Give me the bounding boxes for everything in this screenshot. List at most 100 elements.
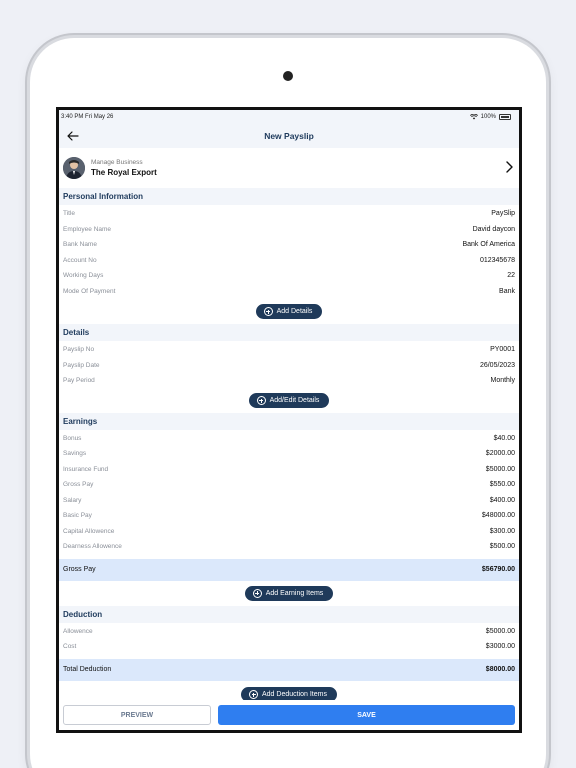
preview-button[interactable]: PREVIEW	[63, 705, 211, 725]
row-value: $500.00	[489, 543, 515, 551]
row-label: Pay Period	[63, 377, 95, 385]
business-avatar	[63, 157, 85, 179]
row-value: David daycon	[472, 225, 515, 233]
row-label: Mode Of Payment	[63, 287, 116, 295]
row-capital-allowence[interactable]: Capital Allowence $300.00	[59, 524, 519, 540]
row-bonus[interactable]: Bonus $40.00	[59, 431, 519, 447]
wifi-icon	[469, 114, 478, 120]
status-time: 3:40 PM	[61, 114, 84, 120]
row-gross-pay[interactable]: Gross Pay $550.00	[59, 477, 519, 493]
add-earning-items-button[interactable]: Add Earning Items	[244, 585, 334, 601]
save-button[interactable]: SAVE	[218, 705, 515, 725]
row-label: Payslip No	[63, 346, 95, 354]
total-value: $56790.00	[481, 566, 515, 573]
add-edit-details-button[interactable]: Add/Edit Details	[248, 393, 330, 408]
person-photo-icon	[63, 157, 85, 179]
battery-percent: 100%	[480, 114, 496, 120]
status-date: Fri May 26	[85, 114, 114, 120]
gross-pay-total: Gross Pay $56790.00	[59, 558, 519, 581]
row-allowence[interactable]: Allowence $5000.00	[59, 624, 519, 640]
row-value: PaySlip	[491, 210, 515, 218]
add-details-button[interactable]: Add Details	[255, 304, 323, 319]
front-camera	[283, 71, 293, 81]
personal-info-heading: Personal Information	[59, 188, 519, 205]
row-basic-pay[interactable]: Basic Pay $48000.00	[59, 508, 519, 524]
row-label: Gross Pay	[63, 481, 94, 489]
row-value: $40.00	[493, 434, 515, 442]
status-bar: 3:40 PM Fri May 26 100%	[59, 110, 519, 124]
app-screen: 3:40 PM Fri May 26 100% New Payslip Mana…	[56, 107, 522, 733]
row-value: $300.00	[489, 527, 515, 535]
row-label: Employee Name	[63, 225, 112, 233]
row-value: PY0001	[490, 346, 515, 354]
row-value: 26/05/2023	[479, 361, 515, 369]
row-label: Savings	[63, 450, 87, 458]
row-label: Account No	[63, 256, 97, 264]
row-value: $5000.00	[485, 465, 515, 473]
battery-icon	[499, 114, 511, 120]
business-caption: Manage Business	[91, 159, 143, 166]
row-value: $3000.00	[485, 643, 515, 651]
row-label: Bonus	[63, 434, 82, 442]
status-right: 100%	[469, 114, 511, 120]
row-value: Bank	[499, 287, 515, 295]
add-edit-details-wrap: Add/Edit Details	[59, 389, 519, 413]
total-value: $8000.00	[485, 666, 515, 673]
chevron-right-icon[interactable]	[503, 160, 515, 174]
nav-bar: New Payslip	[59, 124, 519, 148]
row-value: $5000.00	[485, 627, 515, 635]
row-label: Basic Pay	[63, 512, 92, 520]
details-heading: Details	[59, 324, 519, 341]
total-deduction-row: Total Deduction $8000.00	[59, 658, 519, 681]
details-list: Payslip No PY0001 Payslip Date 26/05/2023 …	[59, 341, 519, 389]
add-details-wrap: Add Details	[59, 299, 519, 324]
row-dearness-allowence[interactable]: Dearness Allowence $500.00	[59, 539, 519, 555]
row-label: Allowence	[63, 627, 93, 635]
add-deduction-items-label: Add Deduction Items	[262, 691, 327, 698]
row-pay-period[interactable]: Pay Period Monthly	[59, 373, 519, 389]
row-label: Insurance Fund	[63, 465, 109, 473]
personal-info-list: Title PaySlip Employee Name David daycon B…	[59, 205, 519, 299]
row-value: $2000.00	[485, 450, 515, 458]
row-label: Salary	[63, 496, 82, 504]
row-label: Title	[63, 210, 76, 218]
page-title: New Payslip	[264, 131, 314, 141]
row-label: Capital Allowence	[63, 527, 115, 535]
row-savings[interactable]: Savings $2000.00	[59, 446, 519, 462]
business-selector[interactable]: Manage Business The Royal Export	[59, 148, 519, 188]
earnings-list: Bonus $40.00 Savings $2000.00 Insurance Fu…	[59, 430, 519, 555]
row-employee-name[interactable]: Employee Name David daycon	[59, 222, 519, 238]
row-value: $48000.00	[481, 512, 515, 520]
deduction-heading: Deduction	[59, 605, 519, 623]
add-edit-details-label: Add/Edit Details	[269, 397, 320, 404]
row-payslip-date[interactable]: Payslip Date 26/05/2023	[59, 358, 519, 374]
add-details-label: Add Details	[276, 308, 313, 315]
status-left: 3:40 PM Fri May 26	[61, 114, 113, 120]
row-payslip-no[interactable]: Payslip No PY0001	[59, 342, 519, 358]
plus-circle-icon	[256, 396, 266, 405]
row-value: Bank Of America	[462, 241, 515, 249]
add-earning-items-label: Add Earning Items	[265, 589, 324, 597]
row-value: 22	[507, 272, 515, 280]
row-bank-name[interactable]: Bank Name Bank Of America	[59, 237, 519, 253]
row-insurance-fund[interactable]: Insurance Fund $5000.00	[59, 462, 519, 478]
row-title[interactable]: Title PaySlip	[59, 206, 519, 222]
row-cost[interactable]: Cost $3000.00	[59, 639, 519, 655]
back-arrow-icon[interactable]	[65, 128, 81, 144]
total-label: Total Deduction	[63, 666, 112, 673]
row-value: $550.00	[489, 481, 515, 489]
row-label: Dearness Allowence	[63, 543, 122, 551]
earnings-heading: Earnings	[59, 412, 519, 430]
business-name: The Royal Export	[91, 168, 157, 177]
row-salary[interactable]: Salary $400.00	[59, 493, 519, 509]
row-value: Monthly	[490, 377, 515, 385]
add-earning-wrap: Add Earning Items	[59, 581, 519, 606]
row-value: $400.00	[489, 496, 515, 504]
row-label: Cost	[63, 643, 77, 651]
row-account-no[interactable]: Account No 012345678	[59, 253, 519, 269]
row-mode-of-payment[interactable]: Mode Of Payment Bank	[59, 284, 519, 300]
row-working-days[interactable]: Working Days 22	[59, 268, 519, 284]
deduction-list: Allowence $5000.00 Cost $3000.00	[59, 623, 519, 655]
plus-circle-icon	[263, 307, 273, 316]
row-label: Payslip Date	[63, 361, 100, 369]
